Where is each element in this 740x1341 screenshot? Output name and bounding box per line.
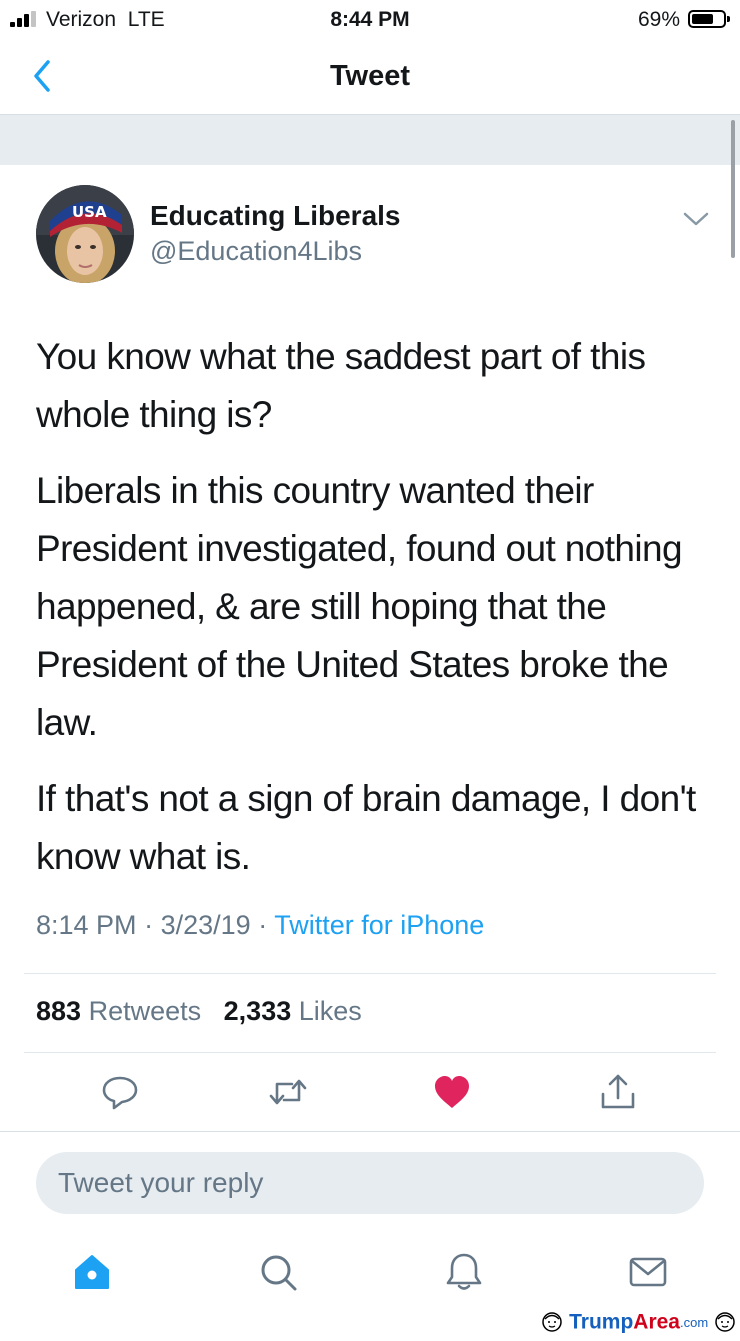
- tweet-meta: 8:14 PM · 3/23/19 · Twitter for iPhone: [36, 910, 485, 940]
- chevron-down-icon: [683, 212, 709, 226]
- author-handle[interactable]: @Education4Libs: [150, 236, 362, 267]
- tweet-source-link[interactable]: Twitter for iPhone: [274, 910, 484, 940]
- page-title: Tweet: [329, 60, 411, 92]
- tweet-stats: 883 Retweets 2,333 Likes: [36, 996, 362, 1027]
- divider: [24, 973, 716, 974]
- status-bar: Verizon LTE 8:44 PM 69%: [0, 0, 740, 40]
- avatar[interactable]: USA: [36, 185, 134, 283]
- author-name[interactable]: Educating Liberals: [150, 200, 401, 232]
- divider: [0, 1131, 740, 1132]
- reply-icon: [102, 1076, 138, 1110]
- share-button[interactable]: [598, 1072, 638, 1112]
- likes-stat[interactable]: 2,333 Likes: [224, 996, 362, 1026]
- tweet-paragraph: You know what the saddest part of this w…: [36, 336, 646, 435]
- tab-messages[interactable]: [626, 1250, 670, 1294]
- tweet-date: 3/23/19: [160, 910, 251, 940]
- tab-notifications[interactable]: [442, 1250, 486, 1294]
- retweet-button[interactable]: [268, 1072, 308, 1112]
- notifications-icon: [446, 1253, 482, 1290]
- tweet-paragraph: Liberals in this country wanted their Pr…: [36, 470, 683, 743]
- divider: [24, 1052, 716, 1053]
- retweets-stat[interactable]: 883 Retweets: [36, 996, 201, 1026]
- like-button[interactable]: [432, 1072, 472, 1112]
- tweet-options-button[interactable]: [682, 210, 710, 228]
- battery-icon: [688, 10, 730, 28]
- tweet-text: You know what the saddest part of this w…: [36, 328, 706, 904]
- scrollbar[interactable]: [731, 120, 735, 258]
- tab-search[interactable]: [256, 1250, 300, 1294]
- conversation-spacer: [0, 114, 740, 165]
- home-icon: [75, 1255, 109, 1289]
- share-icon: [601, 1074, 635, 1109]
- retweet-icon: [269, 1079, 307, 1105]
- avatar-hat-text: USA: [72, 203, 107, 221]
- heart-icon: [435, 1076, 469, 1108]
- messages-icon: [629, 1257, 667, 1287]
- reply-button[interactable]: [100, 1072, 140, 1112]
- watermark-logo: TrumpArea.com: [541, 1310, 736, 1340]
- status-time: 8:44 PM: [330, 8, 410, 31]
- search-icon: [261, 1255, 297, 1291]
- tweet-paragraph: If that's not a sign of brain damage, I …: [36, 778, 696, 877]
- tweet-time: 8:14 PM: [36, 910, 137, 940]
- caricature-icon: [714, 1311, 736, 1333]
- reply-placeholder[interactable]: Tweet your reply: [58, 1167, 263, 1199]
- caricature-icon: [541, 1311, 563, 1333]
- battery-percent: 69%: [637, 8, 680, 31]
- tab-home[interactable]: [70, 1250, 114, 1294]
